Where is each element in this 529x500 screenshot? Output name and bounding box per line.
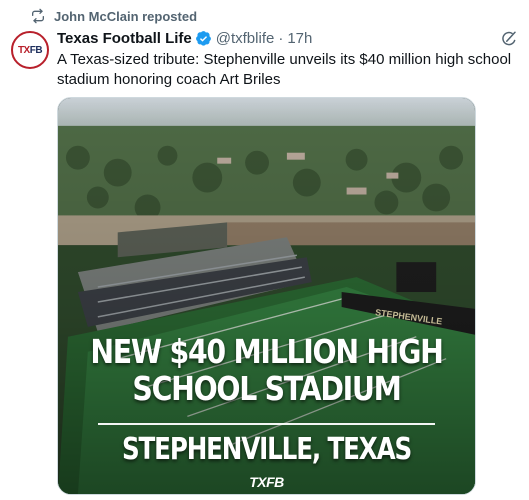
avatar[interactable]: TXFB [11, 31, 49, 69]
tweet-text: A Texas-sized tribute: Stephenville unve… [57, 51, 512, 88]
timestamp[interactable]: 17h [287, 30, 312, 47]
author-handle[interactable]: @txfblife [216, 30, 275, 47]
separator-dot: · [278, 29, 284, 47]
repost-indicator[interactable]: John McClain reposted [30, 6, 197, 26]
txfb-logo: TXFB [249, 474, 284, 490]
tweet-media-image[interactable]: STEPHENVILLE NEW $40 MILLION HIGH SCHOOL… [57, 97, 476, 495]
verified-badge-icon [195, 30, 211, 46]
avatar-text-left: TX [17, 44, 30, 56]
repost-icon [31, 8, 44, 24]
headline-line-1: NEW $40 MILLION HIGH [90, 332, 444, 371]
headline-line-2: SCHOOL STADIUM [132, 369, 401, 408]
tweet-header: Texas Football Life @txfblife · 17h [57, 28, 312, 48]
repost-label: John McClain reposted [54, 8, 198, 24]
location-subline: STEPHENVILLE, TEXAS [121, 432, 412, 467]
grok-icon[interactable] [500, 30, 518, 48]
headline-divider [98, 423, 435, 425]
avatar-text-right: FB [29, 44, 43, 56]
author-name[interactable]: Texas Football Life [57, 30, 192, 47]
